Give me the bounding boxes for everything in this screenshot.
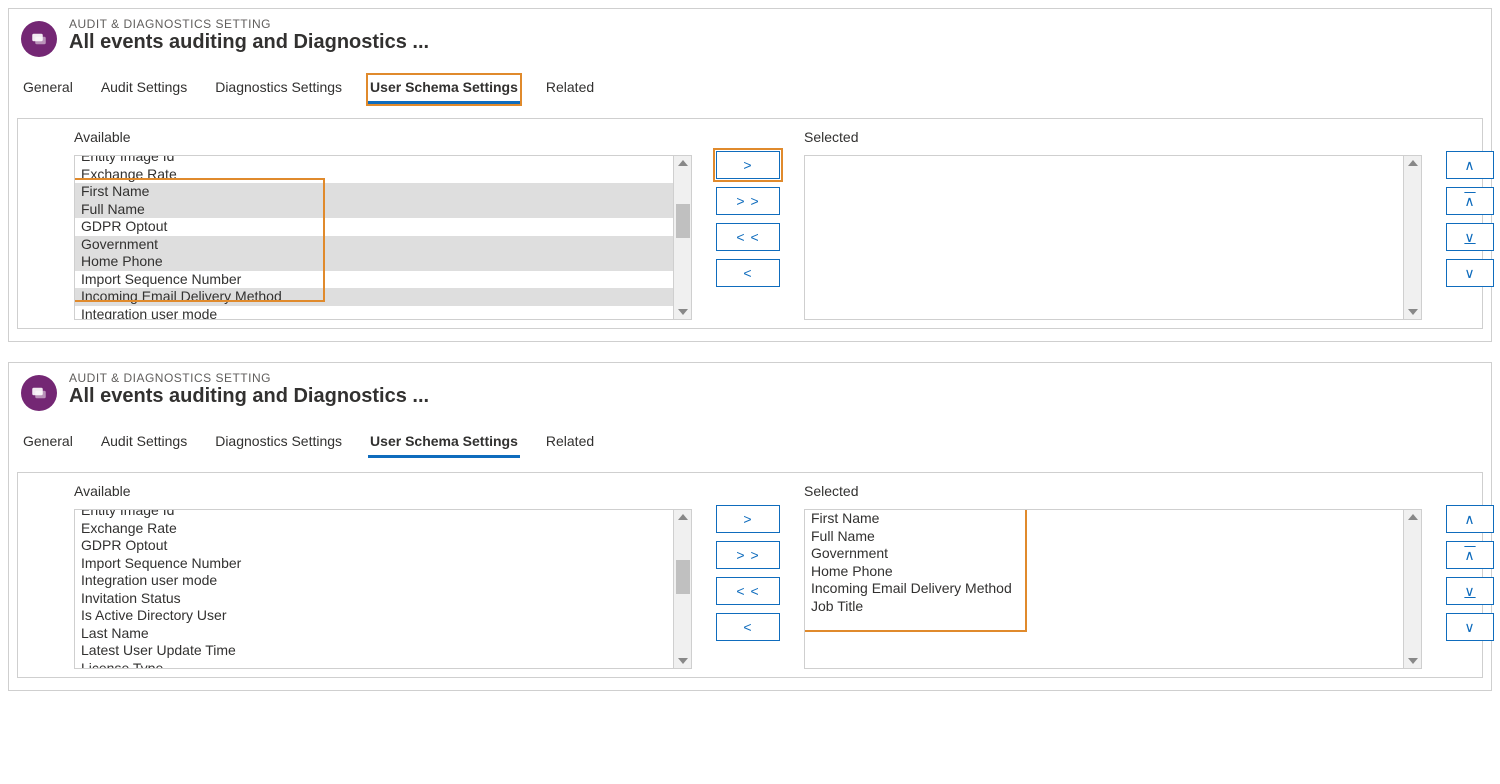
transfer-buttons: > > > < < < [716, 505, 780, 641]
add-all-button[interactable]: > > [716, 187, 780, 215]
move-up-button[interactable]: ∧ [1446, 505, 1494, 533]
tab-diagnostics-settings[interactable]: Diagnostics Settings [213, 429, 344, 458]
list-item[interactable]: Latest User Update Time [75, 642, 673, 660]
move-top-button[interactable]: ∧ [1446, 541, 1494, 569]
list-item[interactable]: Full Name [75, 201, 673, 219]
move-bottom-button[interactable]: ∨ [1446, 577, 1494, 605]
page-title: All events auditing and Diagnostics ... [69, 385, 429, 408]
list-item[interactable]: Incoming Email Delivery Method [75, 288, 673, 306]
list-item[interactable]: Entity Image Id [75, 155, 673, 166]
list-item[interactable]: GDPR Optout [75, 218, 673, 236]
move-up-button[interactable]: ∧ [1446, 151, 1494, 179]
selected-column: Selected First Name Full Name Government… [804, 483, 1422, 669]
list-item[interactable]: First Name [75, 183, 673, 201]
list-item[interactable]: Job Title [805, 598, 1403, 616]
list-item[interactable]: Home Phone [805, 563, 1403, 581]
move-down-button[interactable]: ∨ [1446, 259, 1494, 287]
list-item[interactable]: Full Name [805, 528, 1403, 546]
reorder-buttons: ∧ ∧ ∨ ∨ [1446, 151, 1494, 287]
list-item[interactable]: Government [75, 236, 673, 254]
scroll-down-icon[interactable] [1408, 658, 1418, 664]
add-all-button[interactable]: > > [716, 541, 780, 569]
selected-label: Selected [804, 483, 1422, 499]
audit-icon [21, 21, 57, 57]
list-item[interactable]: Government [805, 545, 1403, 563]
scroll-up-icon[interactable] [678, 160, 688, 166]
selected-listbox[interactable]: First Name Full Name Government Home Pho… [804, 509, 1404, 669]
available-label: Available [74, 483, 692, 499]
tab-audit-settings[interactable]: Audit Settings [99, 429, 189, 458]
list-item[interactable]: Integration user mode [75, 306, 673, 321]
selected-label: Selected [804, 129, 1422, 145]
available-listbox[interactable]: Entity Image Id Exchange Rate First Name… [74, 155, 674, 320]
list-item[interactable]: Is Active Directory User [75, 607, 673, 625]
list-item[interactable]: GDPR Optout [75, 537, 673, 555]
list-item[interactable]: Import Sequence Number [75, 555, 673, 573]
list-item[interactable]: First Name [805, 510, 1403, 528]
list-item[interactable]: Integration user mode [75, 572, 673, 590]
scroll-down-icon[interactable] [1408, 309, 1418, 315]
available-label: Available [74, 129, 692, 145]
available-column: Available Entity Image Id Exchange Rate … [74, 129, 692, 320]
page-header: AUDIT & DIAGNOSTICS SETTING All events a… [17, 17, 1483, 57]
scroll-up-icon[interactable] [1408, 514, 1418, 520]
reorder-buttons: ∧ ∧ ∨ ∨ [1446, 505, 1494, 641]
add-button[interactable]: > [716, 151, 780, 179]
tab-general[interactable]: General [21, 429, 75, 458]
transfer-buttons: > > > < < < [716, 151, 780, 287]
available-scrollbar[interactable] [674, 509, 692, 669]
remove-button[interactable]: < [716, 259, 780, 287]
remove-all-button[interactable]: < < [716, 223, 780, 251]
audit-panel-before: AUDIT & DIAGNOSTICS SETTING All events a… [8, 8, 1492, 342]
page-eyebrow: AUDIT & DIAGNOSTICS SETTING [69, 371, 429, 385]
tab-related[interactable]: Related [544, 429, 596, 458]
tab-general[interactable]: General [21, 75, 75, 104]
tab-strip: General Audit Settings Diagnostics Setti… [17, 57, 1483, 108]
scroll-down-icon[interactable] [678, 309, 688, 315]
schema-picker: Available Entity Image Id Exchange Rate … [17, 118, 1483, 329]
list-item[interactable]: Incoming Email Delivery Method [805, 580, 1403, 598]
tab-user-schema-settings[interactable]: User Schema Settings [368, 75, 520, 104]
list-item[interactable]: Exchange Rate [75, 166, 673, 184]
scroll-down-icon[interactable] [678, 658, 688, 664]
scroll-up-icon[interactable] [678, 514, 688, 520]
list-item[interactable]: Home Phone [75, 253, 673, 271]
list-item[interactable]: Last Name [75, 625, 673, 643]
scroll-thumb[interactable] [676, 204, 690, 238]
selected-scrollbar[interactable] [1404, 509, 1422, 669]
list-item[interactable]: Import Sequence Number [75, 271, 673, 289]
selected-listbox[interactable] [804, 155, 1404, 320]
audit-icon [21, 375, 57, 411]
move-top-button[interactable]: ∧ [1446, 187, 1494, 215]
list-item[interactable]: Exchange Rate [75, 520, 673, 538]
page-title: All events auditing and Diagnostics ... [69, 31, 429, 54]
tab-audit-settings[interactable]: Audit Settings [99, 75, 189, 104]
add-button[interactable]: > [716, 505, 780, 533]
remove-button[interactable]: < [716, 613, 780, 641]
list-item[interactable]: License Type [75, 660, 673, 670]
remove-all-button[interactable]: < < [716, 577, 780, 605]
move-down-button[interactable]: ∨ [1446, 613, 1494, 641]
schema-picker: Available Entity Image Id Exchange Rate … [17, 472, 1483, 678]
move-bottom-button[interactable]: ∨ [1446, 223, 1494, 251]
tab-diagnostics-settings[interactable]: Diagnostics Settings [213, 75, 344, 104]
available-listbox[interactable]: Entity Image Id Exchange Rate GDPR Optou… [74, 509, 674, 669]
tab-related[interactable]: Related [544, 75, 596, 104]
page-header: AUDIT & DIAGNOSTICS SETTING All events a… [17, 371, 1483, 411]
available-scrollbar[interactable] [674, 155, 692, 320]
audit-panel-after: AUDIT & DIAGNOSTICS SETTING All events a… [8, 362, 1492, 691]
selected-column: Selected [804, 129, 1422, 320]
available-column: Available Entity Image Id Exchange Rate … [74, 483, 692, 669]
page-eyebrow: AUDIT & DIAGNOSTICS SETTING [69, 17, 429, 31]
selected-scrollbar[interactable] [1404, 155, 1422, 320]
list-item[interactable]: Entity Image Id [75, 509, 673, 520]
list-item[interactable]: Invitation Status [75, 590, 673, 608]
scroll-thumb[interactable] [676, 560, 690, 594]
tab-user-schema-settings[interactable]: User Schema Settings [368, 429, 520, 458]
scroll-up-icon[interactable] [1408, 160, 1418, 166]
tab-strip: General Audit Settings Diagnostics Setti… [17, 411, 1483, 462]
